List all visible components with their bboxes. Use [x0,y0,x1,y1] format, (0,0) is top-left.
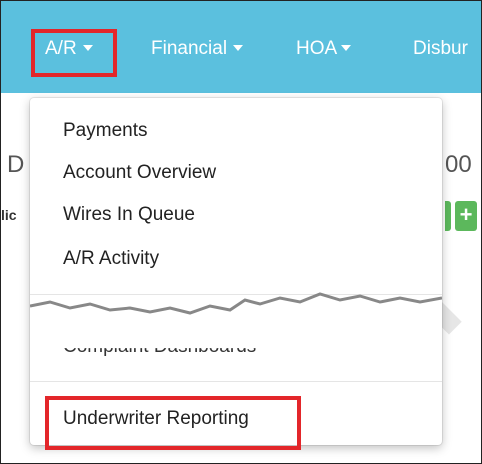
torn-edge-graphic [30,292,442,348]
page-label-fragment: lic [1,207,17,223]
nav-hoa[interactable]: HOA [296,31,352,67]
nav-financial-label: Financial [151,38,228,59]
highlight-ar-box [31,29,117,77]
menu-item-wires-in-queue[interactable]: Wires In Queue [63,204,195,226]
add-button[interactable]: + [455,201,477,231]
nav-financial[interactable]: Financial [151,31,244,67]
page-value-fragment: 00 [445,151,472,178]
page-title-fragment: D [7,151,25,178]
nav-disbursements[interactable]: Disbur [413,31,468,67]
menu-item-payments[interactable]: Payments [63,120,147,142]
nav-hoa-label: HOA [296,38,338,59]
chevron-down-icon [341,44,352,51]
nav-disbursements-label: Disbur [413,38,468,59]
app-frame: A/R Financial HOA Disbur D 00 lic + Paym… [0,0,482,464]
menu-item-ar-activity[interactable]: A/R Activity [63,248,159,270]
menu-item-account-overview[interactable]: Account Overview [63,162,216,184]
top-navbar: A/R Financial HOA Disbur [1,1,481,93]
menu-divider [30,381,442,382]
highlight-underwriter-box [45,396,301,450]
chevron-down-icon [233,44,244,51]
ar-dropdown-menu: Payments Account Overview Wires In Queue… [30,98,442,445]
page-button-fragment[interactable] [445,201,451,231]
